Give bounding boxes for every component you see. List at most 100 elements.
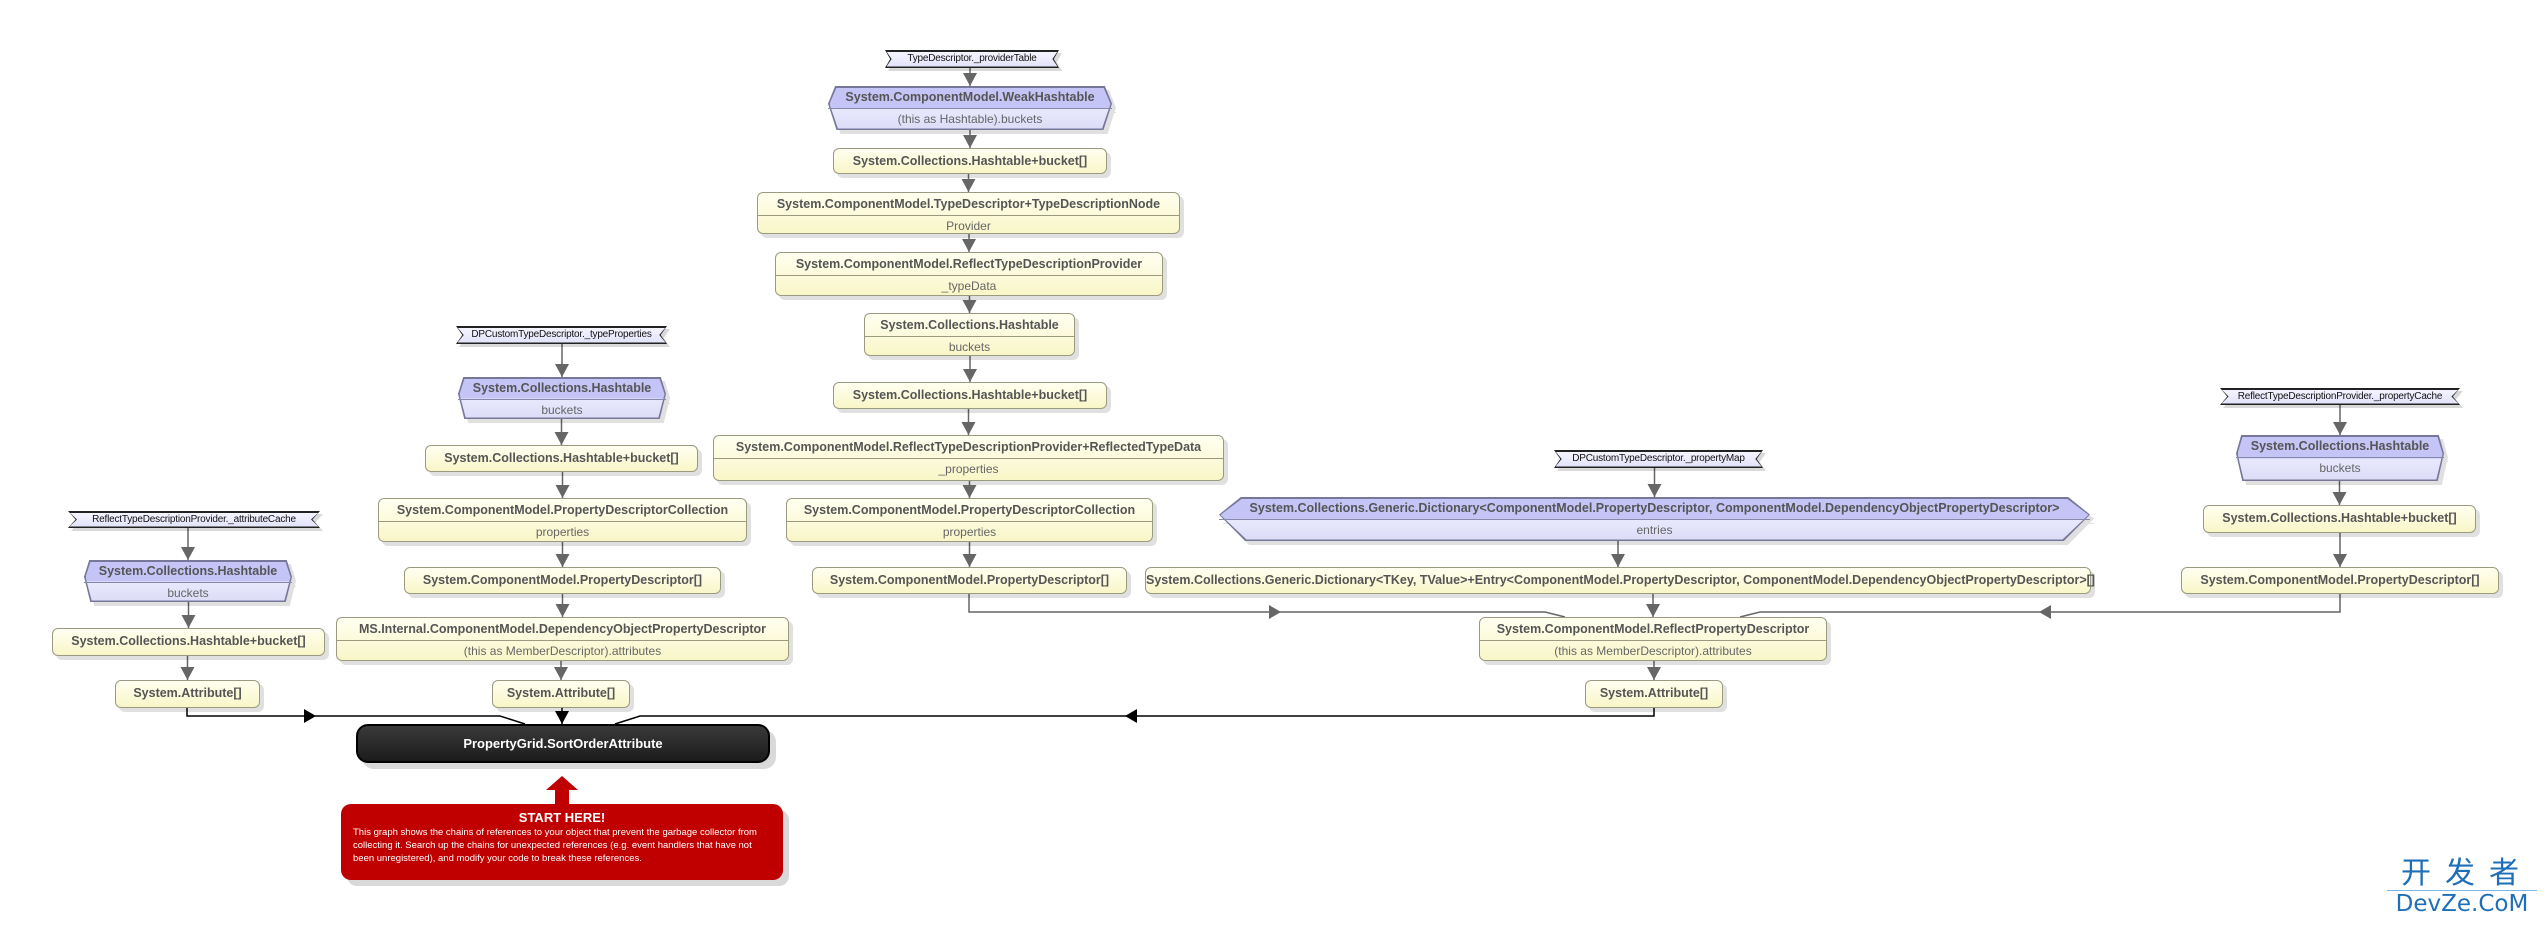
node-field: buckets [865, 336, 1074, 357]
node-field: (this as MemberDescriptor).attributes [1480, 640, 1826, 661]
arrowhead-icon [1647, 667, 1661, 680]
reference-edge [1739, 594, 2341, 618]
root-object-node[interactable]: System.Collections.Generic.Dictionary<Co… [1219, 497, 2090, 541]
arrowhead-icon [181, 615, 196, 628]
arrowhead-icon [2333, 422, 2347, 435]
arrowhead-icon [963, 135, 977, 148]
node-title: System.Collections.Hashtable [472, 381, 652, 395]
node-field: buckets [458, 399, 666, 420]
node-title: System.Collections.Generic.Dictionary<Co… [1249, 501, 2060, 515]
arrowhead-icon [181, 547, 195, 560]
node-title: ReflectTypeDescriptionProvider._attribut… [92, 514, 296, 525]
node-field: properties [379, 521, 746, 542]
object-node[interactable]: System.Collections.Hashtable+bucket[] [833, 382, 1107, 409]
node-title: System.Attribute[] [133, 686, 242, 700]
object-node[interactable]: System.Collections.Generic.Dictionary<TK… [1145, 567, 2095, 594]
root-label-node[interactable]: TypeDescriptor._providerTable [885, 50, 1059, 68]
node-title: System.Attribute[] [1599, 686, 1709, 700]
root-object-node[interactable]: System.Collections.Hashtable buckets [2236, 435, 2444, 481]
arrowhead-icon [555, 485, 570, 498]
arrowhead-icon [180, 667, 195, 680]
object-node[interactable]: System.ComponentModel.PropertyDescriptor… [812, 567, 1127, 594]
arrowhead-icon [555, 604, 570, 617]
root-label-node[interactable]: DPCustomTypeDescriptor._propertyMap [1554, 450, 1763, 468]
target-object-node[interactable]: PropertyGrid.SortOrderAttribute [356, 724, 770, 763]
object-node[interactable]: System.Collections.Hashtable+bucket[] [52, 628, 325, 656]
reference-edge [186, 708, 526, 725]
object-node[interactable]: System.Collections.Hashtable+bucket[] [2203, 505, 2476, 533]
root-object-node[interactable]: System.Collections.Hashtable buckets [84, 560, 292, 602]
node-title: System.Collections.Generic.Dictionary<TK… [1146, 573, 2095, 587]
arrowhead-icon [962, 554, 977, 567]
arrowhead-icon [2039, 605, 2051, 619]
node-title: System.ComponentModel.WeakHashtable [845, 90, 1095, 104]
object-node[interactable]: System.Attribute[] [492, 680, 630, 708]
node-title: System.ComponentModel.ReflectTypeDescrip… [735, 440, 1202, 454]
object-node[interactable]: System.ComponentModel.ReflectTypeDescrip… [775, 252, 1163, 296]
node-title: System.Attribute[] [506, 686, 616, 700]
arrowhead-icon [2333, 554, 2347, 567]
node-field: entries [1219, 519, 2090, 540]
node-field: buckets [84, 582, 292, 603]
arrowhead-icon [555, 554, 570, 567]
arrowhead-icon [1647, 484, 1662, 497]
object-node[interactable]: System.Collections.Hashtable+bucket[] [425, 445, 698, 472]
arrowhead-icon [304, 709, 316, 723]
start-here-arrow-icon [546, 776, 578, 806]
arrowhead-icon [961, 179, 976, 192]
arrowhead-icon [962, 239, 976, 252]
node-title: System.Collections.Hashtable+bucket[] [852, 154, 1088, 168]
watermark-logo: 开发者 DevZe.CoM [2387, 858, 2537, 917]
arrowhead-icon [1646, 604, 1660, 617]
object-node[interactable]: System.ComponentModel.PropertyDescriptor… [378, 498, 747, 542]
object-node[interactable]: System.ComponentModel.PropertyDescriptor… [404, 567, 721, 594]
root-label-node[interactable]: DPCustomTypeDescriptor._typeProperties [456, 326, 667, 344]
node-title: System.Collections.Hashtable+bucket[] [852, 388, 1088, 402]
arrowhead-icon [1125, 709, 1137, 723]
arrowhead-icon [555, 364, 569, 377]
object-node[interactable]: System.ComponentModel.ReflectPropertyDes… [1479, 617, 1827, 661]
arrowhead-icon [1269, 605, 1281, 619]
node-title: System.Collections.Hashtable+bucket[] [71, 634, 306, 648]
object-node[interactable]: MS.Internal.ComponentModel.DependencyObj… [336, 617, 789, 661]
watermark-cn: 开发者 [2387, 858, 2537, 891]
node-title: System.Collections.Hashtable [880, 318, 1059, 332]
root-label-node[interactable]: ReflectTypeDescriptionProvider._property… [2220, 388, 2460, 405]
arrowhead-icon [962, 300, 977, 313]
node-title: TypeDescriptor._providerTable [907, 53, 1037, 64]
root-object-node[interactable]: System.ComponentModel.WeakHashtable (this… [828, 86, 1112, 130]
node-title: System.ComponentModel.PropertyDescriptor… [396, 503, 729, 517]
object-node[interactable]: System.Collections.Hashtable+bucket[] [833, 148, 1107, 174]
object-node[interactable]: System.ComponentModel.ReflectTypeDescrip… [713, 435, 1224, 481]
object-node[interactable]: System.ComponentModel.PropertyDescriptor… [786, 498, 1153, 542]
start-here-callout: START HERE! This graph shows the chains … [341, 804, 783, 880]
object-node[interactable]: System.ComponentModel.PropertyDescriptor… [2181, 567, 2499, 594]
node-title: System.ComponentModel.PropertyDescriptor… [803, 503, 1136, 517]
arrowhead-icon [555, 711, 569, 724]
node-title: MS.Internal.ComponentModel.DependencyObj… [358, 622, 766, 636]
start-here-text: This graph shows the chains of reference… [353, 827, 757, 864]
root-label-node[interactable]: ReflectTypeDescriptionProvider._attribut… [68, 511, 320, 528]
node-title: System.Collections.Hashtable [2250, 439, 2430, 453]
node-title: System.ComponentModel.PropertyDescriptor… [829, 573, 1110, 587]
arrowhead-icon [2332, 492, 2347, 505]
arrowhead-icon [963, 73, 977, 86]
node-field: _typeData [776, 275, 1162, 296]
object-node[interactable]: System.ComponentModel.TypeDescriptor+Typ… [757, 192, 1180, 234]
arrowhead-icon [961, 422, 976, 435]
arrowhead-icon [1611, 554, 1625, 567]
node-title: System.ComponentModel.ReflectTypeDescrip… [795, 257, 1143, 271]
node-title: System.ComponentModel.ReflectPropertyDes… [1496, 622, 1810, 636]
node-field: properties [787, 521, 1152, 542]
object-node[interactable]: System.Collections.Hashtable buckets [864, 313, 1075, 356]
object-node[interactable]: System.Attribute[] [1585, 680, 1723, 708]
node-field: _properties [714, 458, 1223, 479]
node-field: buckets [2236, 457, 2444, 478]
object-node[interactable]: System.Attribute[] [115, 680, 260, 708]
node-title: ReflectTypeDescriptionProvider._property… [2237, 391, 2443, 402]
arrowhead-icon [962, 485, 977, 498]
arrowhead-icon [554, 667, 568, 680]
root-object-node[interactable]: System.Collections.Hashtable buckets [458, 377, 666, 419]
node-field: (this as MemberDescriptor).attributes [337, 640, 788, 661]
reference-edge [968, 594, 1566, 618]
